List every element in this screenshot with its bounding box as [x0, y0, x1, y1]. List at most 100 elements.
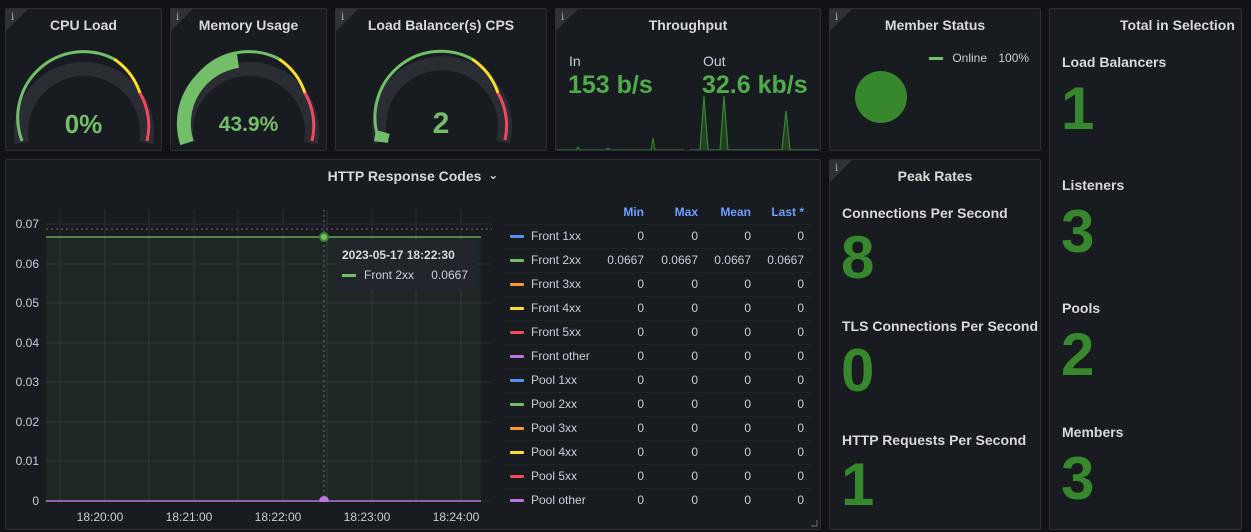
y-tick: 0 — [32, 494, 39, 508]
legend-swatch — [929, 57, 943, 61]
legend-max: 0 — [691, 301, 698, 315]
legend-last: 0 — [797, 277, 804, 291]
throughput-out-sparkline — [690, 95, 818, 150]
legend-max: 0 — [691, 277, 698, 291]
legend-name: Pool other — [531, 493, 586, 507]
legend-mean: 0 — [744, 469, 751, 483]
legend-header-max[interactable]: Max — [648, 205, 698, 219]
legend-name: Pool 4xx — [531, 445, 578, 459]
legend-mean: 0 — [744, 229, 751, 243]
memory-value: 43.9% — [218, 113, 279, 136]
y-tick: 0.03 — [15, 375, 39, 389]
legend-header-mean[interactable]: Mean — [701, 205, 751, 219]
x-tick: 18:20:00 — [76, 510, 124, 524]
legend-header-last[interactable]: Last * — [754, 205, 804, 219]
legend-last: 0 — [797, 397, 804, 411]
legend-min: 0 — [637, 373, 644, 387]
stat-value: 1 — [1061, 75, 1095, 142]
panel-title: CPU Load — [50, 17, 117, 33]
stat-value: 8 — [841, 224, 875, 291]
legend-min: 0 — [637, 277, 644, 291]
legend-name: Front 2xx — [531, 253, 582, 267]
legend-last: 0 — [797, 469, 804, 483]
legend-min: 0 — [637, 421, 644, 435]
legend-mean: 0 — [744, 373, 751, 387]
legend-header-min[interactable]: Min — [594, 205, 644, 219]
http-response-codes-panel: HTTP Response Codes ⌄ 0.07 0.06 0.05 0.0… — [5, 159, 821, 530]
legend-swatch — [510, 499, 524, 502]
legend-row[interactable]: Pool other 0 0 0 0 — [502, 488, 812, 512]
legend-row[interactable]: Pool 5xx 0 0 0 0 — [502, 464, 812, 488]
legend-swatch — [510, 331, 524, 334]
cpu-load-panel: i CPU Load 0% — [5, 8, 162, 151]
legend-row[interactable]: Front other 0 0 0 0 — [502, 344, 812, 368]
legend-row[interactable]: Front 4xx 0 0 0 0 — [502, 296, 812, 320]
legend-name: Front 3xx — [531, 277, 582, 291]
legend-last: 0 — [797, 421, 804, 435]
x-tick: 18:23:00 — [343, 510, 391, 524]
legend-min: 0 — [637, 349, 644, 363]
legend-min: 0 — [637, 469, 644, 483]
legend-percent: 100% — [998, 51, 1030, 65]
cpu-value: 0% — [64, 109, 103, 139]
legend-mean: 0 — [744, 445, 751, 459]
legend-swatch — [510, 427, 524, 430]
y-tick: 0.06 — [15, 257, 39, 271]
resize-handle[interactable] — [810, 519, 818, 527]
pie-chart — [855, 71, 907, 123]
throughput-in-sparkline — [556, 137, 684, 150]
legend-max: 0 — [691, 421, 698, 435]
legend-last: 0.0667 — [767, 253, 804, 267]
legend-mean: 0 — [744, 301, 751, 315]
legend-row[interactable]: Front 1xx 0 0 0 0 — [502, 224, 812, 248]
y-tick: 0.02 — [15, 415, 39, 429]
stat-value: 3 — [1061, 198, 1095, 265]
stat-label: Load Balancers — [1062, 54, 1167, 70]
legend-swatch — [510, 403, 524, 406]
legend-min: 0 — [637, 229, 644, 243]
legend-max: 0 — [691, 229, 698, 243]
legend-row[interactable]: Front 2xx 0.0667 0.0667 0.0667 0.0667 — [502, 248, 812, 272]
legend-swatch — [510, 379, 524, 382]
legend-mean: 0 — [744, 277, 751, 291]
x-tick: 18:21:00 — [165, 510, 213, 524]
stat-value: 3 — [1061, 445, 1095, 512]
legend-last: 0 — [797, 445, 804, 459]
tooltip-series: Front 2xx — [364, 268, 415, 282]
legend-row[interactable]: Front 5xx 0 0 0 0 — [502, 320, 812, 344]
legend-min: 0 — [637, 397, 644, 411]
chart-tooltip: 2023-05-17 18:22:30 Front 2xx 0.0667 — [336, 240, 476, 290]
legend-row[interactable]: Front 3xx 0 0 0 0 — [502, 272, 812, 296]
legend-min: 0 — [637, 325, 644, 339]
legend-min: 0 — [637, 445, 644, 459]
panel-title: Memory Usage — [198, 17, 299, 33]
panel-title: Total in Selection — [1120, 17, 1235, 33]
legend-name: Front 5xx — [531, 325, 582, 339]
legend-row[interactable]: Pool 1xx 0 0 0 0 — [502, 368, 812, 392]
legend-item-online[interactable]: Online 100% — [929, 51, 1029, 65]
panel-title-row[interactable]: HTTP Response Codes ⌄ — [6, 168, 820, 184]
tooltip-value: 0.0667 — [431, 268, 468, 282]
legend-row[interactable]: Pool 3xx 0 0 0 0 — [502, 416, 812, 440]
legend-last: 0 — [797, 493, 804, 507]
legend-name: Pool 5xx — [531, 469, 578, 483]
x-tick: 18:22:00 — [254, 510, 302, 524]
chevron-down-icon[interactable]: ⌄ — [488, 168, 498, 182]
legend-header: Min Max Mean Last * — [502, 205, 812, 225]
panel-title: Member Status — [884, 17, 986, 33]
legend-min: 0.0667 — [607, 253, 644, 267]
panel-title: Load Balancer(s) CPS — [367, 17, 515, 33]
legend-row[interactable]: Pool 4xx 0 0 0 0 — [502, 440, 812, 464]
legend-row[interactable]: Pool 2xx 0 0 0 0 — [502, 392, 812, 416]
legend-max: 0 — [691, 445, 698, 459]
legend-max: 0 — [691, 373, 698, 387]
y-tick: 0.04 — [15, 336, 39, 350]
peak-rates-panel: i Peak Rates Connections Per Second 8 TL… — [829, 159, 1041, 530]
y-tick: 0.01 — [15, 454, 39, 468]
stat-label: Connections Per Second — [842, 205, 1008, 221]
legend-swatch — [510, 259, 524, 262]
panel-title[interactable]: HTTP Response Codes — [328, 168, 482, 184]
legend-last: 0 — [797, 325, 804, 339]
member-status-panel: i Member Status Online 100% — [829, 8, 1041, 151]
y-tick: 0.07 — [15, 217, 39, 231]
